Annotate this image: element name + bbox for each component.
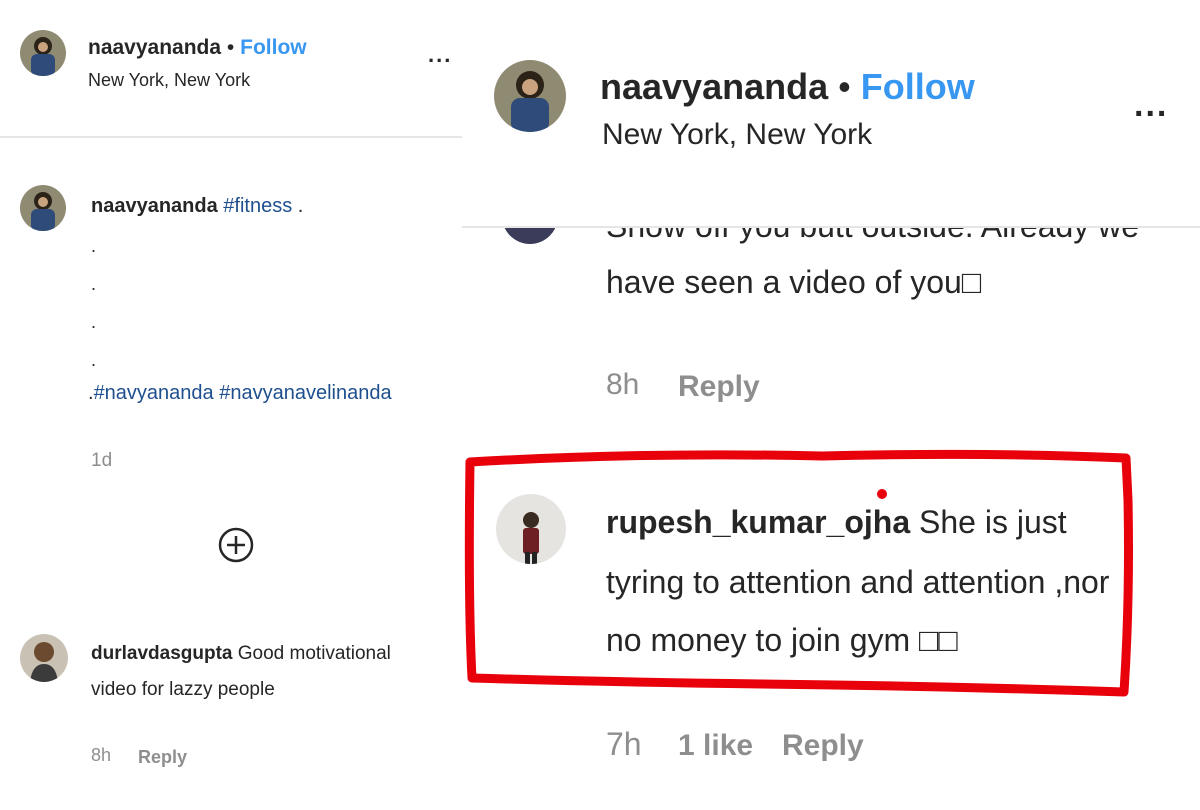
- follow-button[interactable]: Follow: [240, 36, 307, 59]
- comment-line-3: no money to join gym □□: [606, 622, 958, 658]
- left-post-panel: naavyananda • Follow New York, New York …: [0, 0, 462, 810]
- plus-circle-icon[interactable]: [218, 527, 254, 563]
- reply-button[interactable]: Reply: [138, 747, 187, 768]
- separator-dot: •: [838, 66, 851, 107]
- commenter-avatar[interactable]: [20, 634, 68, 682]
- header-line: naavyananda • Follow: [600, 66, 975, 108]
- right-zoomed-panel: naavyananda • Follow New York, New York …: [462, 0, 1200, 810]
- caption-dot: .: [91, 274, 97, 294]
- comment-timestamp: 8h: [91, 745, 112, 765]
- header-location[interactable]: New York, New York: [88, 70, 250, 91]
- commenter-avatar[interactable]: [496, 494, 566, 564]
- reply-button[interactable]: Reply: [678, 370, 760, 404]
- comment-username[interactable]: rupesh_kumar_ojha: [606, 504, 910, 540]
- header-line: naavyananda • Follow: [88, 36, 307, 60]
- comment-line-2: video for lazzy people: [91, 679, 275, 700]
- comment-line-2: tyring to attention and attention ,nor: [606, 564, 1110, 600]
- caption-timestamp: 1d: [91, 450, 113, 471]
- profile-avatar[interactable]: [494, 60, 566, 132]
- comment-text: Good motivational: [237, 643, 391, 664]
- hashtags-line: .#navyananda #navyanavelinanda: [88, 382, 392, 405]
- header-username[interactable]: naavyananda: [88, 36, 221, 59]
- hashtag-fitness[interactable]: #fitness: [223, 195, 292, 217]
- follow-button[interactable]: Follow: [861, 66, 975, 107]
- reply-button[interactable]: Reply: [782, 729, 864, 763]
- hashtags[interactable]: #navyananda #navyanavelinanda: [94, 382, 392, 404]
- caption-trail: .: [297, 195, 304, 217]
- prev-comment-clip: Show off you butt outside. Already we: [462, 228, 1200, 262]
- caption-line: naavyananda #fitness .: [91, 195, 303, 218]
- prev-commenter-avatar[interactable]: [502, 228, 558, 244]
- caption-avatar[interactable]: [20, 185, 66, 231]
- profile-avatar[interactable]: [20, 30, 66, 76]
- prev-comment-line: have seen a video of you□: [606, 264, 982, 300]
- prev-comment-cut-line: Show off you butt outside. Already we: [606, 228, 1139, 245]
- caption-dot: .: [91, 350, 97, 370]
- caption-dot: .: [91, 236, 97, 256]
- prev-comment-timestamp: 8h: [606, 368, 640, 401]
- caption-username[interactable]: naavyananda: [91, 195, 218, 217]
- header-location[interactable]: New York, New York: [602, 118, 872, 152]
- comment-timestamp: 7h: [606, 726, 642, 762]
- header-divider: [0, 136, 462, 138]
- header-username[interactable]: naavyananda: [600, 66, 828, 107]
- comment-line-1: durlavdasgupta Good motivational: [91, 643, 391, 665]
- separator-dot: •: [226, 36, 235, 59]
- comment-username[interactable]: durlavdasgupta: [91, 643, 232, 664]
- more-options-icon[interactable]: ...: [428, 42, 452, 68]
- comment-line-1: rupesh_kumar_ojha She is just: [606, 504, 1067, 541]
- caption-dot: .: [91, 312, 97, 332]
- likes-count[interactable]: 1 like: [678, 729, 753, 763]
- comment-text: She is just: [919, 504, 1067, 540]
- more-options-icon[interactable]: ...: [1134, 86, 1168, 125]
